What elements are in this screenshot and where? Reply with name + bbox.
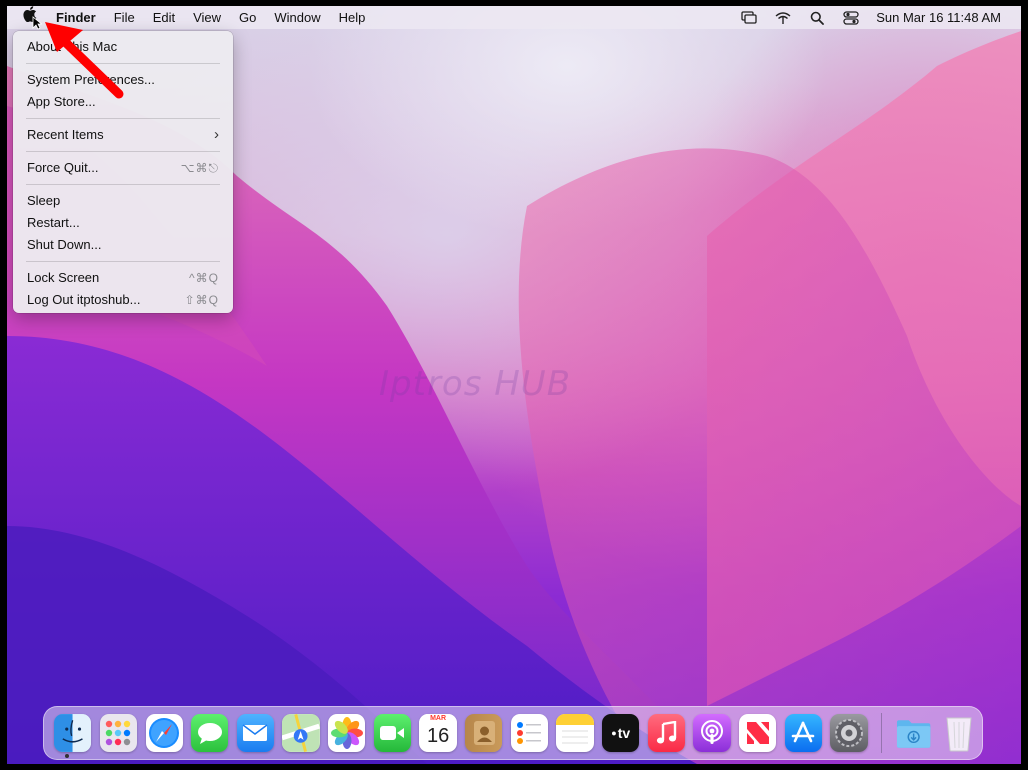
menu-item-restart[interactable]: Restart... [13,212,233,234]
desktop[interactable]: Iptros HUB Finder File Edit View Go Wind… [7,6,1021,764]
maps-icon[interactable] [282,714,320,752]
menu-bar-clock[interactable]: Sun Mar 16 11:48 AM [868,6,1021,29]
finder-icon[interactable] [54,714,92,752]
running-indicator [65,754,69,758]
menu-item-log-out[interactable]: Log Out itptoshub... ⇧⌘Q [13,289,233,311]
trash-icon[interactable] [941,714,978,752]
wifi-icon[interactable] [766,6,800,29]
chevron-right-icon: › [214,126,219,143]
red-arrow-annotation [45,22,124,99]
podcasts-icon[interactable] [693,714,731,752]
dock: MAR 16 ● tv [43,706,983,760]
notes-icon[interactable] [556,714,594,752]
apple-tv-label: tv [617,725,631,741]
menu-view[interactable]: View [184,6,230,29]
safari-icon[interactable] [145,714,183,752]
screen-mirroring-icon[interactable] [732,6,766,29]
menu-window[interactable]: Window [265,6,329,29]
mouse-pointer-icon [32,16,42,30]
menu-item-sleep[interactable]: Sleep [13,190,233,212]
menu-help[interactable]: Help [330,6,375,29]
facetime-icon[interactable] [373,714,412,752]
apple-tv-icon[interactable]: ● tv [602,714,640,752]
menu-separator [26,184,220,185]
menu-separator [26,118,220,119]
menu-item-force-quit[interactable]: Force Quit... ⌥⌘⎋ [13,157,233,179]
watermark: Iptros HUB [379,364,572,404]
menu-edit[interactable]: Edit [144,6,184,29]
dock-separator [880,713,882,753]
spotlight-search-icon[interactable] [800,6,834,29]
messages-icon[interactable] [191,714,229,752]
downloads-folder-icon[interactable] [895,714,932,752]
menu-item-shut-down[interactable]: Shut Down... [13,234,233,256]
reminders-icon[interactable] [510,714,549,752]
calendar-day: 16 [426,725,450,747]
shortcut-label: ^⌘Q [189,271,219,285]
launchpad-icon[interactable] [99,714,138,752]
calendar-month: MAR [419,714,457,724]
menu-go[interactable]: Go [230,6,265,29]
calendar-icon[interactable]: MAR 16 [419,714,457,752]
app-store-icon[interactable] [784,714,822,752]
news-icon[interactable] [739,714,777,752]
shortcut-label: ⌥⌘⎋ [180,161,219,175]
music-icon[interactable] [647,714,685,752]
shortcut-label: ⇧⌘Q [184,293,219,307]
system-preferences-icon[interactable] [830,714,868,752]
menu-item-recent-items[interactable]: Recent Items › [13,124,233,146]
menu-separator [26,151,220,152]
control-center-icon[interactable] [834,6,868,29]
menu-separator [26,261,220,262]
mail-icon[interactable] [236,714,275,752]
menu-bar-extras: Sun Mar 16 11:48 AM [732,6,1021,29]
contacts-icon[interactable] [465,714,503,752]
menu-item-lock-screen[interactable]: Lock Screen ^⌘Q [13,267,233,289]
photos-icon[interactable] [328,714,366,752]
menu-bar: Finder File Edit View Go Window Help Sun… [7,6,1021,29]
